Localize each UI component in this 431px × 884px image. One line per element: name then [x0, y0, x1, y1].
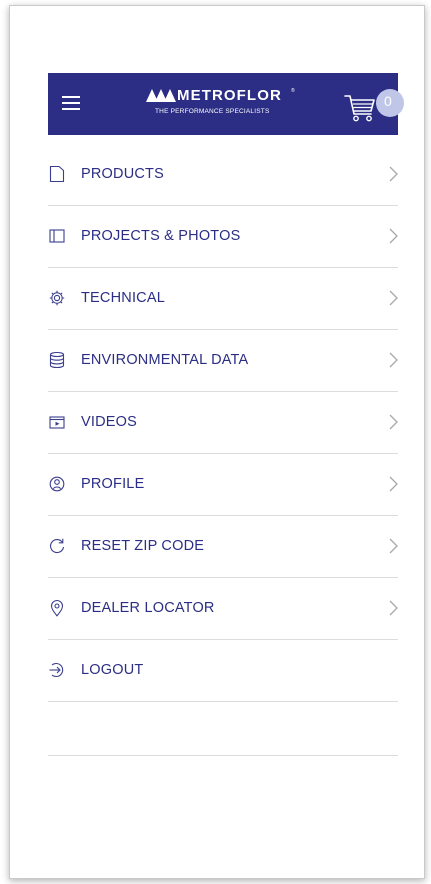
menu-item-label: VIDEOS	[81, 414, 137, 430]
menu-item-label: TECHNICAL	[81, 290, 165, 306]
menu-item-technical[interactable]: TECHNICAL	[48, 268, 398, 330]
profile-icon	[49, 476, 65, 492]
menu-item-environmental-data[interactable]: ENVIRONMENTAL DATA	[48, 330, 398, 392]
brand-tagline: THE PERFORMANCE SPECIALISTS	[155, 108, 270, 115]
app-frame: METROFLOR ® THE PERFORMANCE SPECIALISTS …	[9, 5, 425, 879]
brand-name: METROFLOR	[177, 87, 282, 104]
chevron-right-icon	[389, 600, 398, 616]
menu-item-label: PROFILE	[81, 476, 145, 492]
side-menu: PRODUCTS PROJECTS & PHOTOS TECHNICAL ENV…	[48, 144, 398, 702]
menu-item-dealer-locator[interactable]: DEALER LOCATOR	[48, 578, 398, 640]
menu-divider	[48, 755, 398, 756]
database-icon	[49, 351, 65, 369]
brand-reg-mark: ®	[291, 88, 295, 94]
menu-item-label: PRODUCTS	[81, 166, 164, 182]
cart-icon[interactable]	[344, 93, 376, 123]
menu-item-videos[interactable]: VIDEOS	[48, 392, 398, 454]
chevron-right-icon	[389, 476, 398, 492]
menu-item-label: DEALER LOCATOR	[81, 600, 215, 616]
refresh-icon	[50, 538, 65, 554]
chevron-right-icon	[389, 352, 398, 368]
menu-item-products[interactable]: PRODUCTS	[48, 144, 398, 206]
metroflor-logo: METROFLOR ® THE PERFORMANCE SPECIALISTS	[146, 87, 296, 121]
video-icon	[49, 416, 65, 429]
app-header: METROFLOR ® THE PERFORMANCE SPECIALISTS …	[48, 73, 404, 135]
chevron-right-icon	[389, 414, 398, 430]
products-icon	[49, 165, 65, 183]
chevron-right-icon	[389, 228, 398, 244]
menu-item-profile[interactable]: PROFILE	[48, 454, 398, 516]
menu-item-projects-photos[interactable]: PROJECTS & PHOTOS	[48, 206, 398, 268]
location-pin-icon	[50, 600, 64, 617]
chevron-right-icon	[389, 290, 398, 306]
menu-item-label: ENVIRONMENTAL DATA	[81, 352, 249, 368]
menu-item-label: RESET ZIP CODE	[81, 538, 205, 554]
chevron-right-icon	[389, 166, 398, 182]
gear-icon	[49, 290, 65, 306]
menu-item-reset-zip-code[interactable]: RESET ZIP CODE	[48, 516, 398, 578]
logout-icon	[49, 662, 64, 678]
menu-item-logout[interactable]: LOGOUT	[48, 640, 398, 702]
cart-count-badge[interactable]: 0	[376, 89, 404, 117]
logo-mark-icon	[146, 89, 176, 102]
photos-icon	[49, 229, 65, 243]
menu-item-label: PROJECTS & PHOTOS	[81, 228, 241, 244]
chevron-right-icon	[389, 538, 398, 554]
hamburger-menu-icon[interactable]	[62, 96, 80, 112]
menu-item-label: LOGOUT	[81, 662, 144, 678]
